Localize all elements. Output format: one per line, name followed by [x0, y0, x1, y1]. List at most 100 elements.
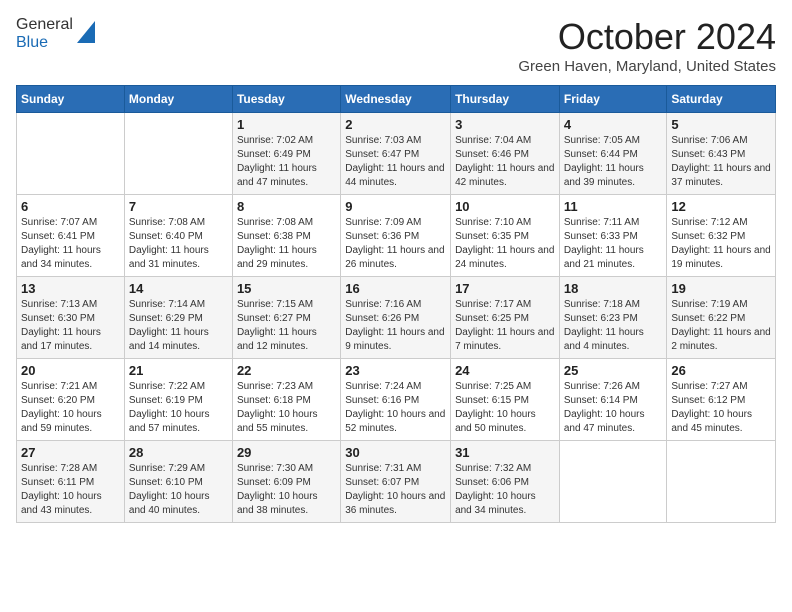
day-detail: Sunrise: 7:18 AMSunset: 6:23 PMDaylight:… — [564, 299, 644, 352]
calendar-cell: 7 Sunrise: 7:08 AMSunset: 6:40 PMDayligh… — [124, 195, 232, 277]
calendar-cell: 15 Sunrise: 7:15 AMSunset: 6:27 PMDaylig… — [232, 277, 340, 359]
calendar-cell: 9 Sunrise: 7:09 AMSunset: 6:36 PMDayligh… — [341, 195, 451, 277]
day-number: 8 — [237, 199, 336, 214]
day-number: 31 — [455, 445, 555, 460]
calendar-cell: 12 Sunrise: 7:12 AMSunset: 6:32 PMDaylig… — [667, 195, 776, 277]
day-number: 11 — [564, 199, 663, 214]
day-detail: Sunrise: 7:13 AMSunset: 6:30 PMDaylight:… — [21, 299, 101, 352]
calendar-cell: 13 Sunrise: 7:13 AMSunset: 6:30 PMDaylig… — [17, 277, 125, 359]
calendar-cell: 1 Sunrise: 7:02 AMSunset: 6:49 PMDayligh… — [232, 113, 340, 195]
logo-general: General — [16, 16, 73, 33]
calendar-cell: 23 Sunrise: 7:24 AMSunset: 6:16 PMDaylig… — [341, 359, 451, 441]
weekday-header-wednesday: Wednesday — [341, 86, 451, 113]
calendar-cell: 25 Sunrise: 7:26 AMSunset: 6:14 PMDaylig… — [559, 359, 667, 441]
calendar-cell: 3 Sunrise: 7:04 AMSunset: 6:46 PMDayligh… — [451, 113, 560, 195]
day-number: 4 — [564, 117, 663, 132]
weekday-header-sunday: Sunday — [17, 86, 125, 113]
day-detail: Sunrise: 7:12 AMSunset: 6:32 PMDaylight:… — [671, 217, 770, 270]
day-number: 22 — [237, 363, 336, 378]
day-number: 5 — [671, 117, 771, 132]
day-detail: Sunrise: 7:24 AMSunset: 6:16 PMDaylight:… — [345, 381, 445, 434]
day-number: 12 — [671, 199, 771, 214]
day-number: 18 — [564, 281, 663, 296]
calendar-cell: 27 Sunrise: 7:28 AMSunset: 6:11 PMDaylig… — [17, 441, 125, 523]
day-detail: Sunrise: 7:25 AMSunset: 6:15 PMDaylight:… — [455, 381, 536, 434]
calendar-cell — [124, 113, 232, 195]
day-detail: Sunrise: 7:05 AMSunset: 6:44 PMDaylight:… — [564, 135, 644, 188]
day-number: 17 — [455, 281, 555, 296]
calendar-cell — [559, 441, 667, 523]
logo: General Blue — [16, 16, 95, 52]
calendar-week-row: 1 Sunrise: 7:02 AMSunset: 6:49 PMDayligh… — [17, 113, 776, 195]
day-detail: Sunrise: 7:03 AMSunset: 6:47 PMDaylight:… — [345, 135, 444, 188]
calendar-cell: 24 Sunrise: 7:25 AMSunset: 6:15 PMDaylig… — [451, 359, 560, 441]
calendar-cell: 18 Sunrise: 7:18 AMSunset: 6:23 PMDaylig… — [559, 277, 667, 359]
calendar-cell — [17, 113, 125, 195]
calendar-cell: 20 Sunrise: 7:21 AMSunset: 6:20 PMDaylig… — [17, 359, 125, 441]
calendar-cell: 22 Sunrise: 7:23 AMSunset: 6:18 PMDaylig… — [232, 359, 340, 441]
calendar-cell: 30 Sunrise: 7:31 AMSunset: 6:07 PMDaylig… — [341, 441, 451, 523]
calendar-cell: 21 Sunrise: 7:22 AMSunset: 6:19 PMDaylig… — [124, 359, 232, 441]
calendar-cell — [667, 441, 776, 523]
day-number: 27 — [21, 445, 120, 460]
day-detail: Sunrise: 7:14 AMSunset: 6:29 PMDaylight:… — [129, 299, 209, 352]
day-number: 20 — [21, 363, 120, 378]
day-detail: Sunrise: 7:22 AMSunset: 6:19 PMDaylight:… — [129, 381, 210, 434]
day-detail: Sunrise: 7:28 AMSunset: 6:11 PMDaylight:… — [21, 463, 102, 516]
day-number: 14 — [129, 281, 228, 296]
calendar-cell: 29 Sunrise: 7:30 AMSunset: 6:09 PMDaylig… — [232, 441, 340, 523]
calendar-table: SundayMondayTuesdayWednesdayThursdayFrid… — [16, 85, 776, 523]
day-number: 26 — [671, 363, 771, 378]
day-number: 9 — [345, 199, 446, 214]
calendar-cell: 16 Sunrise: 7:16 AMSunset: 6:26 PMDaylig… — [341, 277, 451, 359]
calendar-body: 1 Sunrise: 7:02 AMSunset: 6:49 PMDayligh… — [17, 113, 776, 523]
month-title: October 2024 — [518, 16, 776, 58]
day-number: 13 — [21, 281, 120, 296]
weekday-header-friday: Friday — [559, 86, 667, 113]
day-number: 15 — [237, 281, 336, 296]
calendar-week-row: 27 Sunrise: 7:28 AMSunset: 6:11 PMDaylig… — [17, 441, 776, 523]
day-detail: Sunrise: 7:17 AMSunset: 6:25 PMDaylight:… — [455, 299, 554, 352]
calendar-cell: 19 Sunrise: 7:19 AMSunset: 6:22 PMDaylig… — [667, 277, 776, 359]
day-detail: Sunrise: 7:04 AMSunset: 6:46 PMDaylight:… — [455, 135, 554, 188]
day-detail: Sunrise: 7:15 AMSunset: 6:27 PMDaylight:… — [237, 299, 317, 352]
day-detail: Sunrise: 7:29 AMSunset: 6:10 PMDaylight:… — [129, 463, 210, 516]
calendar-cell: 6 Sunrise: 7:07 AMSunset: 6:41 PMDayligh… — [17, 195, 125, 277]
calendar-cell: 17 Sunrise: 7:17 AMSunset: 6:25 PMDaylig… — [451, 277, 560, 359]
day-number: 16 — [345, 281, 446, 296]
location-label: Green Haven, Maryland, United States — [518, 58, 776, 75]
calendar-cell: 4 Sunrise: 7:05 AMSunset: 6:44 PMDayligh… — [559, 113, 667, 195]
logo-blue: Blue — [16, 34, 48, 51]
day-number: 3 — [455, 117, 555, 132]
calendar-cell: 2 Sunrise: 7:03 AMSunset: 6:47 PMDayligh… — [341, 113, 451, 195]
calendar-cell: 31 Sunrise: 7:32 AMSunset: 6:06 PMDaylig… — [451, 441, 560, 523]
day-detail: Sunrise: 7:26 AMSunset: 6:14 PMDaylight:… — [564, 381, 645, 434]
day-detail: Sunrise: 7:19 AMSunset: 6:22 PMDaylight:… — [671, 299, 770, 352]
calendar-cell: 10 Sunrise: 7:10 AMSunset: 6:35 PMDaylig… — [451, 195, 560, 277]
weekday-header-tuesday: Tuesday — [232, 86, 340, 113]
weekday-header-thursday: Thursday — [451, 86, 560, 113]
day-number: 7 — [129, 199, 228, 214]
day-detail: Sunrise: 7:30 AMSunset: 6:09 PMDaylight:… — [237, 463, 318, 516]
day-number: 25 — [564, 363, 663, 378]
day-detail: Sunrise: 7:06 AMSunset: 6:43 PMDaylight:… — [671, 135, 770, 188]
title-block: October 2024 Green Haven, Maryland, Unit… — [518, 16, 776, 75]
day-detail: Sunrise: 7:27 AMSunset: 6:12 PMDaylight:… — [671, 381, 752, 434]
page-header: General Blue October 2024 Green Haven, M… — [16, 16, 776, 75]
logo-triangle-icon — [77, 21, 95, 43]
day-number: 24 — [455, 363, 555, 378]
day-detail: Sunrise: 7:16 AMSunset: 6:26 PMDaylight:… — [345, 299, 444, 352]
day-detail: Sunrise: 7:10 AMSunset: 6:35 PMDaylight:… — [455, 217, 554, 270]
weekday-header-saturday: Saturday — [667, 86, 776, 113]
day-number: 21 — [129, 363, 228, 378]
day-number: 29 — [237, 445, 336, 460]
day-number: 30 — [345, 445, 446, 460]
calendar-cell: 26 Sunrise: 7:27 AMSunset: 6:12 PMDaylig… — [667, 359, 776, 441]
day-number: 6 — [21, 199, 120, 214]
day-detail: Sunrise: 7:32 AMSunset: 6:06 PMDaylight:… — [455, 463, 536, 516]
day-detail: Sunrise: 7:09 AMSunset: 6:36 PMDaylight:… — [345, 217, 444, 270]
day-number: 23 — [345, 363, 446, 378]
day-number: 28 — [129, 445, 228, 460]
weekday-header-monday: Monday — [124, 86, 232, 113]
day-detail: Sunrise: 7:02 AMSunset: 6:49 PMDaylight:… — [237, 135, 317, 188]
